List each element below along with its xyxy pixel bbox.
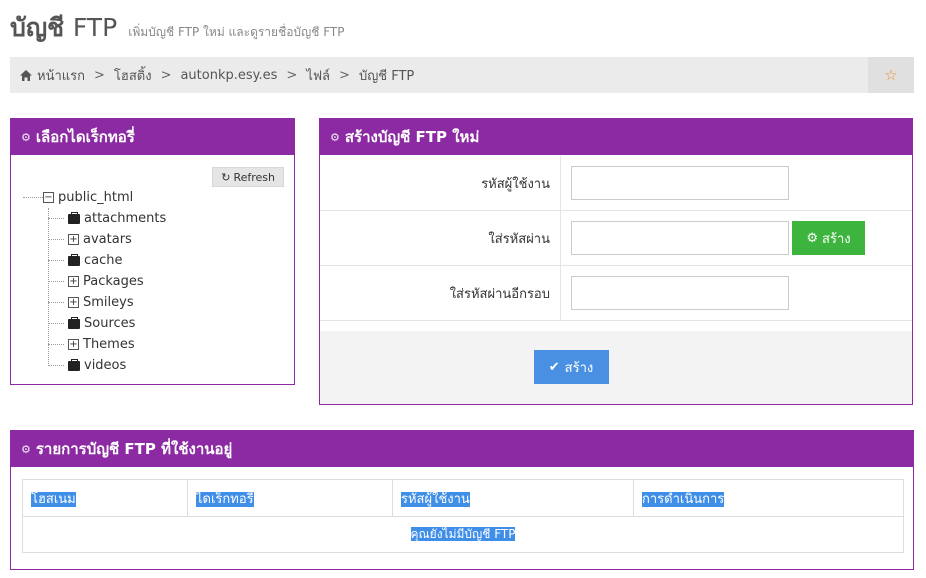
collapse-icon[interactable]: − <box>43 192 54 203</box>
tree-item[interactable]: attachments <box>48 208 166 229</box>
directory-tree: − public_html attachments + avatars cache + P… <box>23 187 166 376</box>
tree-item-label: Packages <box>83 274 144 289</box>
create-panel-title: สร้างบัญชี FTP ใหม่ <box>344 128 480 146</box>
ftp-accounts-panel: ⚙ รายการบัญชี FTP ที่ใช้งานอยู่ โฮสเนม ไ… <box>10 430 914 570</box>
column-actions: การดำเนินการ <box>633 479 904 517</box>
refresh-button[interactable]: ↻ Refresh <box>212 167 284 187</box>
breadcrumb-separator: > <box>286 67 298 83</box>
gear-icon: ⚙ <box>806 230 819 246</box>
tree-item-label: Smileys <box>83 295 134 310</box>
password-label: ใส่รหัสผ่าน <box>320 211 561 265</box>
tree-item-label: attachments <box>84 211 167 226</box>
confirm-password-label: ใส่รหัสผ่านอีกรอบ <box>320 266 561 320</box>
username-row: รหัสผู้ใช้งาน <box>320 156 912 211</box>
breadcrumb: หน้าแรก > โฮสติ้ง > autonkp.esy.es > ไฟล… <box>10 57 914 93</box>
create-account-button[interactable]: ✔ สร้าง <box>533 350 609 384</box>
breadcrumb-files[interactable]: ไฟล์ <box>306 65 330 86</box>
column-hostname: โฮสเนม <box>22 479 188 517</box>
tree-item[interactable]: + Packages <box>48 271 166 292</box>
expand-icon[interactable]: + <box>68 276 79 287</box>
list-panel-title: รายการบัญชี FTP ที่ใช้งานอยู่ <box>35 440 233 458</box>
page-title: บัญชี FTP <box>10 13 118 42</box>
list-panel-heading: ⚙ รายการบัญชี FTP ที่ใช้งานอยู่ <box>11 431 913 467</box>
breadcrumb-hosting[interactable]: โฮสติ้ง <box>114 65 152 86</box>
confirm-password-input[interactable] <box>571 276 789 310</box>
folder-icon <box>68 358 80 371</box>
create-ftp-panel: ⚙ สร้างบัญชี FTP ใหม่ รหัสผู้ใช้งาน ใส่ร… <box>319 118 913 405</box>
star-icon: ☆ <box>884 66 898 84</box>
form-footer: ✔ สร้าง <box>320 331 912 404</box>
tree-item-label: videos <box>84 358 127 373</box>
favorite-button[interactable]: ☆ <box>868 57 914 93</box>
column-directory: ไดเร็กทอรี่ <box>187 479 393 517</box>
folder-icon <box>68 253 80 266</box>
directory-panel-title: เลือกไดเร็กทอรี่ <box>35 128 135 146</box>
empty-message: คุณยังไม่มีบัญชี FTP <box>22 516 904 553</box>
breadcrumb-separator: > <box>94 67 105 83</box>
expand-icon[interactable]: + <box>68 234 79 245</box>
create-panel-heading: ⚙ สร้างบัญชี FTP ใหม่ <box>320 119 912 155</box>
expand-icon[interactable]: + <box>68 339 79 350</box>
tree-children: attachments + avatars cache + Packages + Smiley… <box>48 208 166 376</box>
home-icon <box>20 69 32 81</box>
check-icon: ✔ <box>548 359 560 375</box>
password-input[interactable] <box>571 221 789 255</box>
breadcrumb-ftp-accounts: บัญชี FTP <box>358 68 415 84</box>
page-header: บัญชี FTP เพิ่มบัญชี FTP ใหม่ และดูรายชื… <box>10 8 345 44</box>
breadcrumb-separator: > <box>160 67 172 83</box>
cogs-icon: ⚙ <box>21 442 31 456</box>
tree-item[interactable]: + avatars <box>48 229 166 250</box>
page-subtitle: เพิ่มบัญชี FTP ใหม่ และดูรายชื่อบัญชี FT… <box>128 25 345 39</box>
username-label: รหัสผู้ใช้งาน <box>320 156 561 210</box>
create-form: รหัสผู้ใช้งาน ใส่รหัสผ่าน ⚙ สร้าง ใส่รหั… <box>320 156 912 321</box>
directory-panel-heading: ⚙ เลือกไดเร็กทอรี่ <box>11 119 294 155</box>
tree-item-label: Themes <box>83 337 135 352</box>
tree-item[interactable]: videos <box>48 355 166 376</box>
confirm-password-row: ใส่รหัสผ่านอีกรอบ <box>320 266 912 321</box>
tree-item[interactable]: Sources <box>48 313 166 334</box>
tree-item[interactable]: + Smileys <box>48 292 166 313</box>
breadcrumb-domain[interactable]: autonkp.esy.es <box>180 68 277 83</box>
ftp-accounts-table: โฮสเนม ไดเร็กทอรี่ รหัสผู้ใช้งาน การดำเน… <box>22 479 904 553</box>
expand-icon[interactable]: + <box>68 297 79 308</box>
column-username: รหัสผู้ใช้งาน <box>392 479 634 517</box>
table-row: คุณยังไม่มีบัญชี FTP <box>22 516 904 553</box>
username-input[interactable] <box>571 166 789 200</box>
refresh-icon: ↻ <box>221 170 231 184</box>
cogs-icon: ⚙ <box>21 130 31 144</box>
folder-icon <box>68 316 80 329</box>
tree-item-label: avatars <box>83 232 132 247</box>
tree-item-label: Sources <box>84 316 136 331</box>
tree-item[interactable]: + Themes <box>48 334 166 355</box>
tree-item-label: cache <box>84 253 123 268</box>
breadcrumb-separator: > <box>339 67 350 83</box>
tree-root[interactable]: − public_html <box>23 187 166 208</box>
table-header-row: โฮสเนม ไดเร็กทอรี่ รหัสผู้ใช้งาน การดำเน… <box>22 479 904 517</box>
directory-panel: ⚙ เลือกไดเร็กทอรี่ ↻ Refresh − public_ht… <box>10 118 295 385</box>
tree-item[interactable]: cache <box>48 250 166 271</box>
password-row: ใส่รหัสผ่าน ⚙ สร้าง <box>320 211 912 266</box>
generate-password-button[interactable]: ⚙ สร้าง <box>792 221 865 255</box>
folder-icon <box>68 211 80 224</box>
cogs-icon: ⚙ <box>330 130 340 144</box>
breadcrumb-home[interactable]: หน้าแรก <box>20 65 85 86</box>
